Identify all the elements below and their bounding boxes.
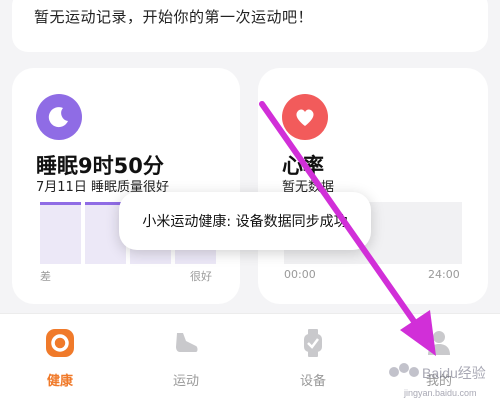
sleep-quality-bar xyxy=(40,202,81,264)
tab-sport[interactable]: 运动 xyxy=(146,326,226,396)
watermark-text: Baidu经验 xyxy=(422,365,486,381)
person-icon xyxy=(422,326,456,360)
toast-text: 小米运动健康: 设备数据同步成功 xyxy=(142,214,348,230)
tab-sport-label: 运动 xyxy=(172,374,199,389)
watermark-url: jingyan.baidu.com xyxy=(403,388,477,398)
empty-activity-message: 暂无运动记录，开始你的第一次运动吧！ xyxy=(34,8,314,26)
heart-axis-right-label: 24:00 xyxy=(428,268,460,281)
shoe-icon xyxy=(169,326,203,360)
heart-axis-left-label: 00:00 xyxy=(284,268,316,281)
sleep-axis-right-label: 很好 xyxy=(190,270,212,283)
moon-icon xyxy=(36,94,82,140)
sleep-card[interactable]: 睡眠9时50分 7月11日 睡眠质量很好 差 很好 xyxy=(12,68,240,304)
tab-device[interactable]: 设备 xyxy=(273,326,353,396)
watch-icon xyxy=(296,326,330,360)
tab-device-label: 设备 xyxy=(299,374,326,389)
sync-success-toast: 小米运动健康: 设备数据同步成功 xyxy=(119,192,371,250)
heart-icon xyxy=(282,94,328,140)
health-ring-icon xyxy=(43,326,77,360)
baidu-watermark: Baidu经验 jingyan.baidu.com xyxy=(389,363,486,398)
sleep-axis-left-label: 差 xyxy=(40,270,51,283)
tab-health[interactable]: 健康 xyxy=(20,326,100,396)
empty-activity-banner: 暂无运动记录，开始你的第一次运动吧！ xyxy=(12,0,488,52)
tab-health-label: 健康 xyxy=(46,374,73,389)
heart-rate-card[interactable]: 心率 暂无数据 00:00 24:00 xyxy=(258,68,488,304)
